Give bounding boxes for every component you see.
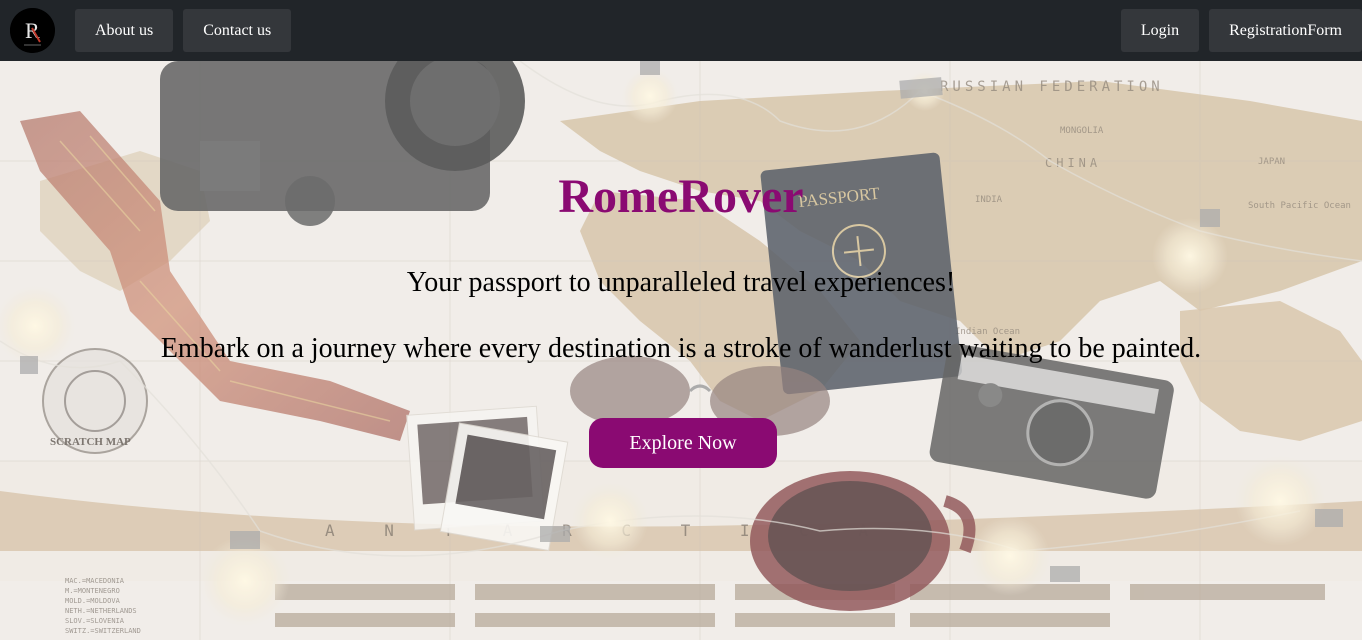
brand-logo[interactable]: R: [10, 8, 55, 53]
hero-title: RomeRover: [558, 170, 804, 223]
explore-now-button[interactable]: Explore Now: [589, 418, 777, 468]
nav-about-us-button[interactable]: About us: [75, 9, 174, 52]
navbar-left: R About us Contact us: [10, 0, 292, 61]
navbar-right: Login RegistrationForm: [1120, 0, 1362, 61]
brand-logo-icon: R: [10, 8, 55, 53]
top-navbar: R About us Contact us Login Registration…: [0, 0, 1362, 61]
hero-subtitle: Embark on a journey where every destinat…: [160, 333, 1202, 364]
nav-registration-form-button[interactable]: RegistrationForm: [1209, 9, 1362, 52]
nav-login-button[interactable]: Login: [1120, 9, 1200, 52]
hero-section: RUSSIAN FEDERATION MONGOLIA CHINA INDIA …: [0, 61, 1362, 640]
hero-tagline: Your passport to unparalleled travel exp…: [406, 267, 956, 298]
nav-contact-us-button[interactable]: Contact us: [183, 9, 292, 52]
